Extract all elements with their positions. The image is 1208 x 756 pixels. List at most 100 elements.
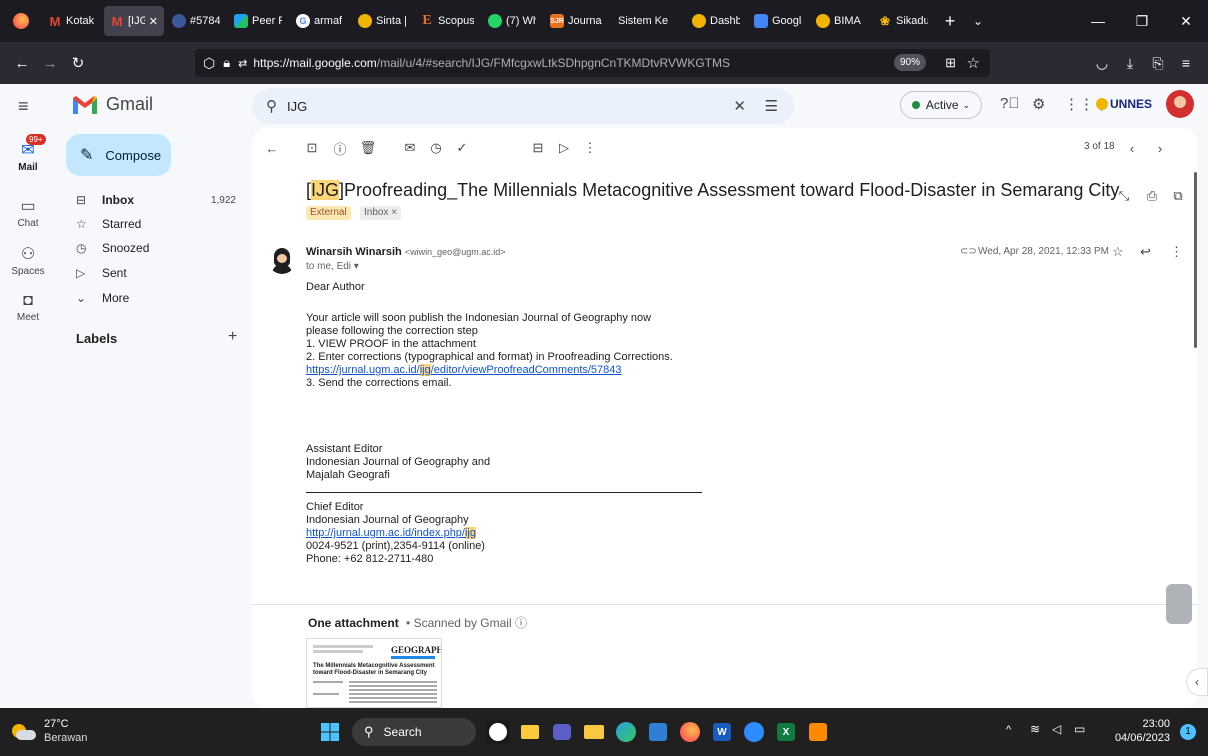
permissions-icon[interactable]: ⇄ xyxy=(238,57,247,70)
attachment-thumbnail[interactable]: GEOGRAPHY The Millennials Metacognitive … xyxy=(306,638,442,708)
collapse-all-icon[interactable]: ⤡ xyxy=(1112,184,1136,208)
more-options-icon[interactable]: ⋮ xyxy=(578,136,602,160)
close-tab-icon[interactable]: ✕ xyxy=(149,15,158,28)
side-panel-toggle-chevron-icon[interactable]: ‹ xyxy=(1186,668,1208,696)
nav-item-more[interactable]: ⌄ More xyxy=(66,286,246,310)
nav-item-inbox[interactable]: ⊟ Inbox 1,922 xyxy=(66,188,246,212)
sender-name[interactable]: Winarsih Winarsih xyxy=(306,246,402,258)
copilot-icon[interactable] xyxy=(489,723,507,741)
share-icon[interactable]: ⎘ xyxy=(1144,49,1172,77)
app-icon[interactable] xyxy=(806,720,830,744)
gmail-logo[interactable]: Gmail xyxy=(72,94,153,115)
tab-scopus[interactable]: E Scopus xyxy=(414,6,480,36)
print-icon[interactable]: ⎙ xyxy=(1140,184,1164,208)
scrollbar-thumb[interactable] xyxy=(1194,172,1197,348)
reload-icon[interactable]: ↻ xyxy=(64,49,92,77)
back-icon[interactable]: ← xyxy=(8,49,36,77)
close-window-button[interactable]: ✕ xyxy=(1164,0,1208,42)
nav-item-sent[interactable]: ▷ Sent xyxy=(66,261,246,285)
weather-icon[interactable] xyxy=(10,718,36,744)
taskbar-search-button[interactable]: ⚲ Search xyxy=(352,718,476,746)
star-message-icon[interactable]: ☆ xyxy=(1112,244,1124,260)
firefox-icon[interactable] xyxy=(678,720,702,744)
lock-icon[interactable]: 🔒︎ xyxy=(223,55,230,71)
tab-ijg-active[interactable]: M[IJG]✕ xyxy=(104,6,164,36)
rail-item-mail[interactable]: ✉ 99+ Mail xyxy=(0,134,56,173)
teams-icon[interactable] xyxy=(550,720,574,744)
pocket-icon[interactable]: ◡ xyxy=(1088,49,1116,77)
newer-chevron-icon[interactable]: ‹ xyxy=(1120,136,1144,160)
bookmark-star-icon[interactable]: ☆ xyxy=(967,54,980,72)
mark-unread-icon[interactable]: ✉ xyxy=(398,136,422,160)
move-to-icon[interactable]: ⊟ xyxy=(526,136,550,160)
back-to-list-icon[interactable]: ← xyxy=(260,136,284,160)
volume-icon[interactable]: ◁ xyxy=(1052,722,1061,736)
tab-sikadu[interactable]: ❀ Sikadu xyxy=(872,6,934,36)
new-tab-button[interactable]: + xyxy=(936,11,964,32)
compose-button[interactable]: ✎ Compose xyxy=(66,134,171,176)
proofread-link[interactable]: https://jurnal.ugm.ac.id/ijg/editor/view… xyxy=(306,364,622,377)
weather-text[interactable]: Berawan xyxy=(44,732,87,744)
rail-item-chat[interactable]: ▭ Chat xyxy=(0,196,56,229)
search-input[interactable]: IJG xyxy=(287,99,307,114)
firefox-menu-icon[interactable] xyxy=(0,0,42,42)
tab-bima[interactable]: BIMA | xyxy=(810,6,870,36)
download-icon[interactable]: ⤓ xyxy=(1116,49,1144,77)
tab-armaf[interactable]: Garmaf xyxy=(290,6,350,36)
minimize-button[interactable]: — xyxy=(1076,0,1120,42)
folder-icon[interactable] xyxy=(582,720,606,744)
zoom-level[interactable]: 90% xyxy=(893,54,926,71)
clear-search-icon[interactable]: ✕ xyxy=(733,97,746,115)
notifications-icon[interactable]: 1 xyxy=(1180,724,1196,740)
clock-time[interactable]: 23:00 xyxy=(1130,718,1170,730)
translate-icon[interactable]: ⊞ xyxy=(945,55,956,71)
tab-journal[interactable]: SJR Journa xyxy=(544,6,610,36)
tab-google[interactable]: Google xyxy=(748,6,808,36)
file-explorer-icon[interactable] xyxy=(518,720,542,744)
clock-date[interactable]: 04/06/2023 xyxy=(1110,732,1170,744)
tab-list-chevron-icon[interactable]: ⌄ xyxy=(964,14,992,28)
tab-sistem[interactable]: Sistem Ke xyxy=(612,6,684,36)
search-options-icon[interactable]: ☰ xyxy=(765,97,778,115)
maximize-button[interactable]: ❐ xyxy=(1120,0,1164,42)
wifi-icon[interactable]: ≋ xyxy=(1030,722,1040,736)
tab-dashboard[interactable]: Dashb xyxy=(686,6,746,36)
add-label-button[interactable]: + xyxy=(228,328,237,346)
older-chevron-icon[interactable]: › xyxy=(1148,136,1172,160)
tab-peer-review[interactable]: Peer R xyxy=(228,6,288,36)
journal-link[interactable]: http://jurnal.ugm.ac.id/index.php/ijg xyxy=(306,527,476,540)
tab-whatsapp[interactable]: (7) Wh xyxy=(482,6,542,36)
nav-item-starred[interactable]: ☆ Starred xyxy=(66,212,246,236)
sender-avatar[interactable] xyxy=(268,246,296,274)
start-icon[interactable] xyxy=(318,720,342,744)
zoom-icon[interactable] xyxy=(742,720,766,744)
battery-icon[interactable]: ▭ xyxy=(1074,722,1085,736)
label-icon[interactable]: ▷ xyxy=(552,136,576,160)
url-bar[interactable]: ⬡ 🔒︎ ⇄ https://mail.google.com/mail/u/4/… xyxy=(195,49,990,77)
help-icon[interactable]: ?⃝ xyxy=(1000,95,1020,112)
settings-gear-icon[interactable]: ⚙ xyxy=(1032,95,1045,113)
search-bar[interactable]: ⚲ IJG ✕ ☰ xyxy=(252,88,794,124)
message-more-icon[interactable]: ⋮ xyxy=(1170,244,1183,260)
floating-widget[interactable] xyxy=(1166,584,1192,624)
account-avatar[interactable] xyxy=(1166,90,1194,118)
tab-kotak[interactable]: M Kotak xyxy=(42,6,102,36)
rail-item-spaces[interactable]: ⚇ Spaces xyxy=(0,244,56,277)
edge-icon[interactable] xyxy=(614,720,638,744)
tray-chevron-icon[interactable]: ^ xyxy=(1006,724,1011,736)
delete-icon[interactable]: 🗑︎ xyxy=(356,136,380,160)
inbox-chip[interactable]: Inbox × xyxy=(360,206,402,220)
app-menu-icon[interactable]: ≡ xyxy=(1172,49,1200,77)
nav-item-snoozed[interactable]: ◷ Snoozed xyxy=(66,236,246,260)
word-icon[interactable]: W xyxy=(710,720,734,744)
excel-icon[interactable]: X xyxy=(774,720,798,744)
tracking-shield-icon[interactable]: ⬡ xyxy=(203,55,215,72)
forward-icon[interactable]: → xyxy=(36,49,64,77)
weather-temp[interactable]: 27°C xyxy=(44,718,69,730)
rail-item-meet[interactable]: ◘ Meet xyxy=(0,292,56,323)
status-active-button[interactable]: Active ⌄ xyxy=(900,91,982,119)
reply-icon[interactable]: ↩ xyxy=(1140,244,1151,260)
tab-5784[interactable]: #5784 xyxy=(166,6,226,36)
archive-icon[interactable]: ⊡ xyxy=(300,136,324,160)
main-menu-icon[interactable]: ≡ xyxy=(18,96,29,117)
